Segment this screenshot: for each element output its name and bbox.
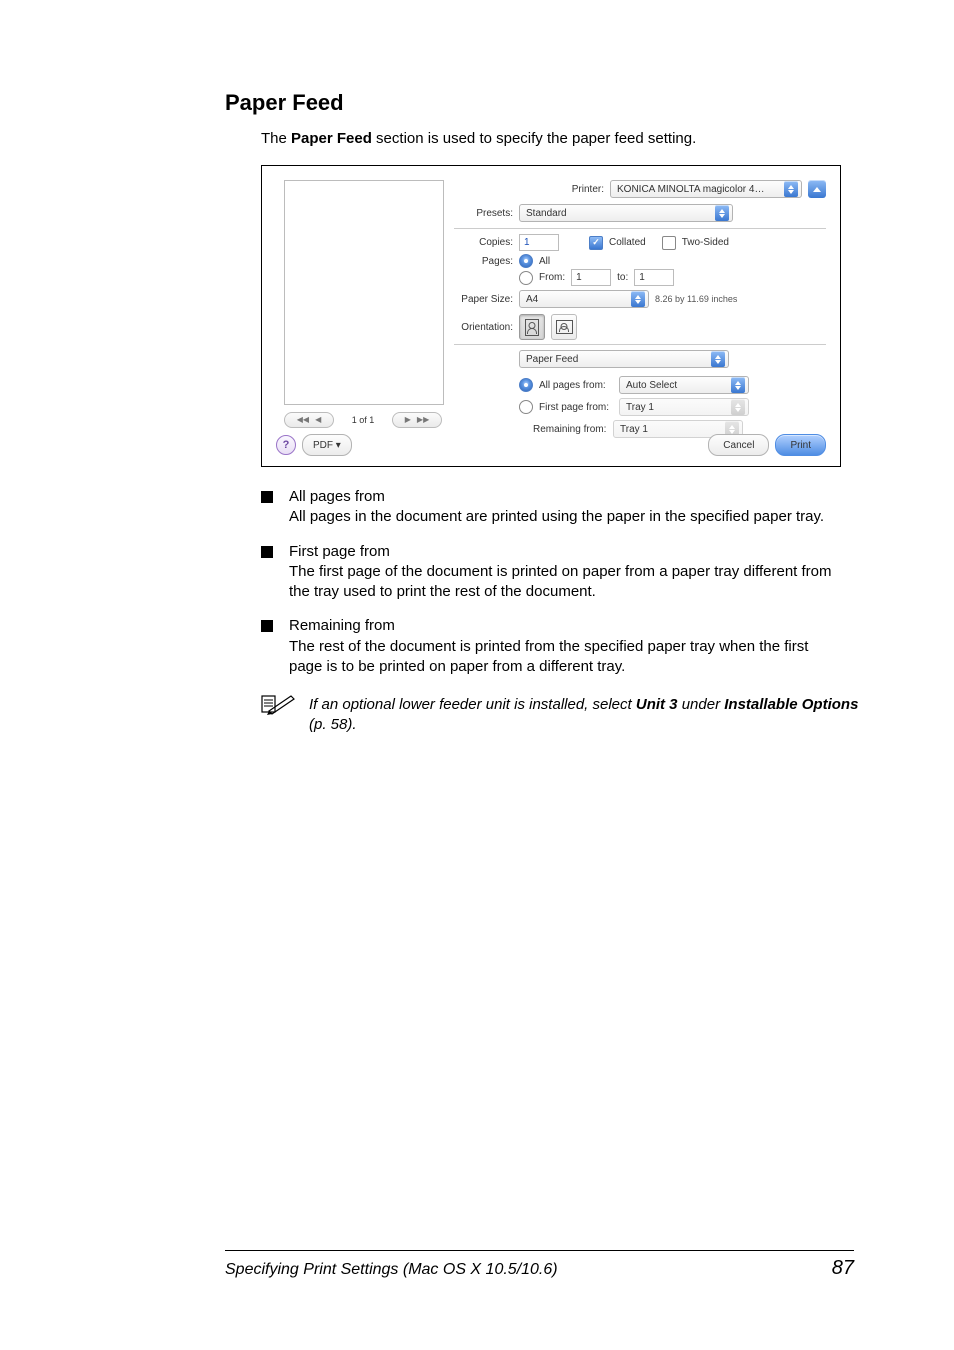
bullet-title: All pages from (289, 487, 845, 507)
remaining-source-value: Tray 1 (620, 424, 725, 435)
printer-label: Printer: (548, 184, 604, 195)
presets-select[interactable]: Standard (519, 204, 733, 222)
paper-size-note: 8.26 by 11.69 inches (655, 294, 737, 304)
pages-all-radio[interactable] (519, 254, 533, 268)
intro-bold: Paper Feed (291, 130, 372, 147)
bullet-body: The rest of the document is printed from… (289, 637, 845, 678)
chevron-up-down-icon (784, 181, 798, 197)
pages-from-label: From: (539, 272, 565, 283)
preview-first-prev-buttons[interactable]: ◀◀◀ (284, 412, 334, 428)
orientation-portrait-button[interactable] (519, 314, 545, 340)
note-text-pre: If an optional lower feeder unit is inst… (309, 696, 636, 713)
section-heading: Paper Feed (225, 90, 845, 116)
list-item: Remaining from The rest of the document … (261, 616, 845, 677)
all-pages-from-label: All pages from: (539, 380, 613, 391)
pdf-menu-button[interactable]: PDF ▾ (302, 434, 352, 456)
pages-to-value: 1 (639, 272, 645, 283)
two-sided-label: Two-Sided (682, 237, 729, 248)
two-sided-checkbox[interactable] (662, 236, 676, 250)
pages-to-field[interactable]: 1 (634, 269, 674, 286)
first-page-source-select: Tray 1 (619, 398, 749, 416)
help-button[interactable]: ? (276, 435, 296, 455)
paper-size-label: Paper Size: (457, 294, 513, 305)
orientation-label: Orientation: (457, 322, 513, 333)
pane-select[interactable]: Paper Feed (519, 350, 729, 368)
pages-from-field[interactable]: 1 (571, 269, 611, 286)
cancel-label: Cancel (723, 440, 754, 451)
print-dialog: ◀◀◀ 1 of 1 ▶▶▶ Printer: KONICA MINOLTA m… (261, 165, 841, 467)
note-paragraph: If an optional lower feeder unit is inst… (261, 695, 874, 736)
copies-label: Copies: (457, 237, 513, 248)
paper-size-select[interactable]: A4 (519, 290, 649, 308)
all-pages-source-value: Auto Select (626, 380, 731, 391)
chevron-up-down-icon (731, 399, 745, 415)
chevron-up-down-icon (715, 205, 729, 221)
all-pages-radio[interactable] (519, 378, 533, 392)
bullet-body: All pages in the document are printed us… (289, 507, 845, 527)
collated-label: Collated (609, 237, 646, 248)
cancel-button[interactable]: Cancel (708, 434, 769, 456)
note-bold-2: Installable Options (724, 696, 858, 713)
bullet-title: Remaining from (289, 616, 845, 636)
presets-select-value: Standard (526, 208, 715, 219)
first-page-source-value: Tray 1 (626, 402, 731, 413)
note-text-mid: under (678, 696, 725, 713)
orientation-landscape-button[interactable] (551, 314, 577, 340)
remaining-from-label: Remaining from: (533, 424, 607, 435)
preview-page-count: 1 of 1 (352, 415, 375, 425)
note-text-post: (p. 58). (309, 716, 357, 733)
footer-divider (225, 1250, 854, 1251)
print-label: Print (790, 440, 811, 451)
presets-label: Presets: (457, 208, 513, 219)
preview-next-last-buttons[interactable]: ▶▶▶ (392, 412, 442, 428)
preview-navigation: ◀◀◀ 1 of 1 ▶▶▶ (284, 412, 442, 428)
pane-select-value: Paper Feed (526, 354, 711, 365)
printer-select[interactable]: KONICA MINOLTA magicolor 4… (610, 180, 802, 198)
first-page-from-label: First page from: (539, 402, 613, 413)
printer-expand-button[interactable] (808, 180, 826, 198)
printer-select-value: KONICA MINOLTA magicolor 4… (617, 184, 784, 195)
note-bold-1: Unit 3 (636, 696, 678, 713)
person-portrait-icon (525, 319, 539, 336)
chevron-up-down-icon (731, 377, 745, 393)
footer-page-number: 87 (832, 1257, 854, 1280)
paper-size-value: A4 (526, 294, 631, 305)
print-button[interactable]: Print (775, 434, 826, 456)
intro-pre: The (261, 130, 291, 147)
pages-all-label: All (539, 256, 550, 267)
bullet-list: All pages from All pages in the document… (261, 487, 845, 677)
pages-label: Pages: (457, 256, 513, 267)
bullet-title: First page from (289, 542, 845, 562)
chevron-up-down-icon (631, 291, 645, 307)
list-item: First page from The first page of the do… (261, 542, 845, 603)
copies-field[interactable]: 1 (519, 234, 559, 251)
bullet-body: The first page of the document is printe… (289, 562, 845, 603)
note-icon (261, 693, 297, 715)
pages-to-label: to: (617, 272, 628, 283)
pages-from-radio[interactable] (519, 271, 533, 285)
intro-paragraph: The Paper Feed section is used to specif… (261, 130, 845, 147)
person-landscape-icon (556, 320, 573, 334)
chevron-up-down-icon (711, 351, 725, 367)
footer-left: Specifying Print Settings (Mac OS X 10.5… (225, 1261, 558, 1279)
pdf-menu-label: PDF ▾ (313, 440, 341, 451)
intro-post: section is used to specify the paper fee… (372, 130, 696, 147)
page-footer: Specifying Print Settings (Mac OS X 10.5… (225, 1250, 854, 1280)
all-pages-source-select[interactable]: Auto Select (619, 376, 749, 394)
list-item: All pages from All pages in the document… (261, 487, 845, 528)
collated-checkbox[interactable] (589, 236, 603, 250)
copies-value: 1 (524, 237, 530, 248)
pages-from-value: 1 (576, 272, 582, 283)
first-page-radio[interactable] (519, 400, 533, 414)
preview-pane (284, 180, 444, 405)
